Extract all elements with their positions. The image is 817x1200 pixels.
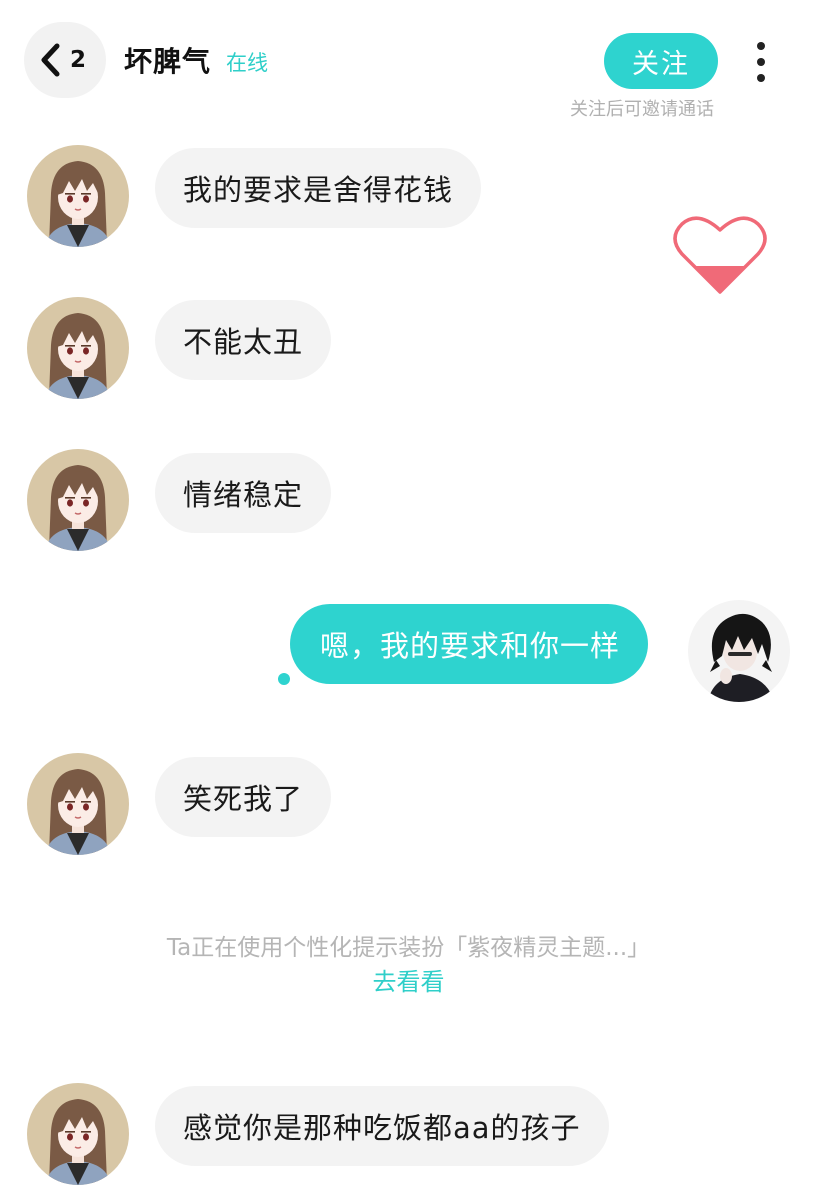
contact-avatar[interactable] <box>27 1083 129 1185</box>
incoming-message-bubble[interactable]: 笑死我了 <box>155 757 332 837</box>
girl-avatar-image <box>27 449 129 551</box>
more-dot <box>757 42 765 50</box>
contact-avatar[interactable] <box>27 753 129 855</box>
incoming-message-bubble[interactable]: 感觉你是那种吃饭都aa的孩子 <box>155 1086 609 1166</box>
more-vertical-icon[interactable] <box>744 40 778 84</box>
boy-avatar-image <box>688 600 790 702</box>
more-dot <box>757 58 765 66</box>
unread-count: 2 <box>69 47 86 73</box>
heart-icon[interactable] <box>672 212 768 296</box>
contact-avatar[interactable] <box>27 297 129 399</box>
follow-hint: 关注后可邀请通话 <box>570 99 714 120</box>
incoming-message-bubble[interactable]: 情绪稳定 <box>155 453 332 533</box>
more-dot <box>757 74 765 82</box>
outgoing-message-bubble[interactable]: 嗯，我的要求和你一样 <box>290 604 649 684</box>
view-theme-link[interactable]: 去看看 <box>0 962 817 997</box>
unread-indicator-dot <box>278 673 290 685</box>
contact-avatar[interactable] <box>27 145 129 247</box>
girl-avatar-image <box>27 753 129 855</box>
contact-name: 坏脾气 <box>124 45 212 78</box>
girl-avatar-image <box>27 145 129 247</box>
girl-avatar-image <box>27 1083 129 1185</box>
incoming-message-bubble[interactable]: 不能太丑 <box>155 300 332 380</box>
theme-notice: Ta正在使用个性化提示装扮「紫夜精灵主题...」 <box>166 935 651 961</box>
contact-avatar[interactable] <box>27 449 129 551</box>
chevron-left-icon <box>41 43 60 77</box>
my-avatar[interactable] <box>688 600 790 702</box>
girl-avatar-image <box>27 297 129 399</box>
online-status: 在线 <box>226 51 268 75</box>
follow-button[interactable]: 关注 <box>604 33 718 89</box>
back-button[interactable]: 2 <box>24 22 106 98</box>
incoming-message-bubble[interactable]: 我的要求是舍得花钱 <box>155 148 482 228</box>
